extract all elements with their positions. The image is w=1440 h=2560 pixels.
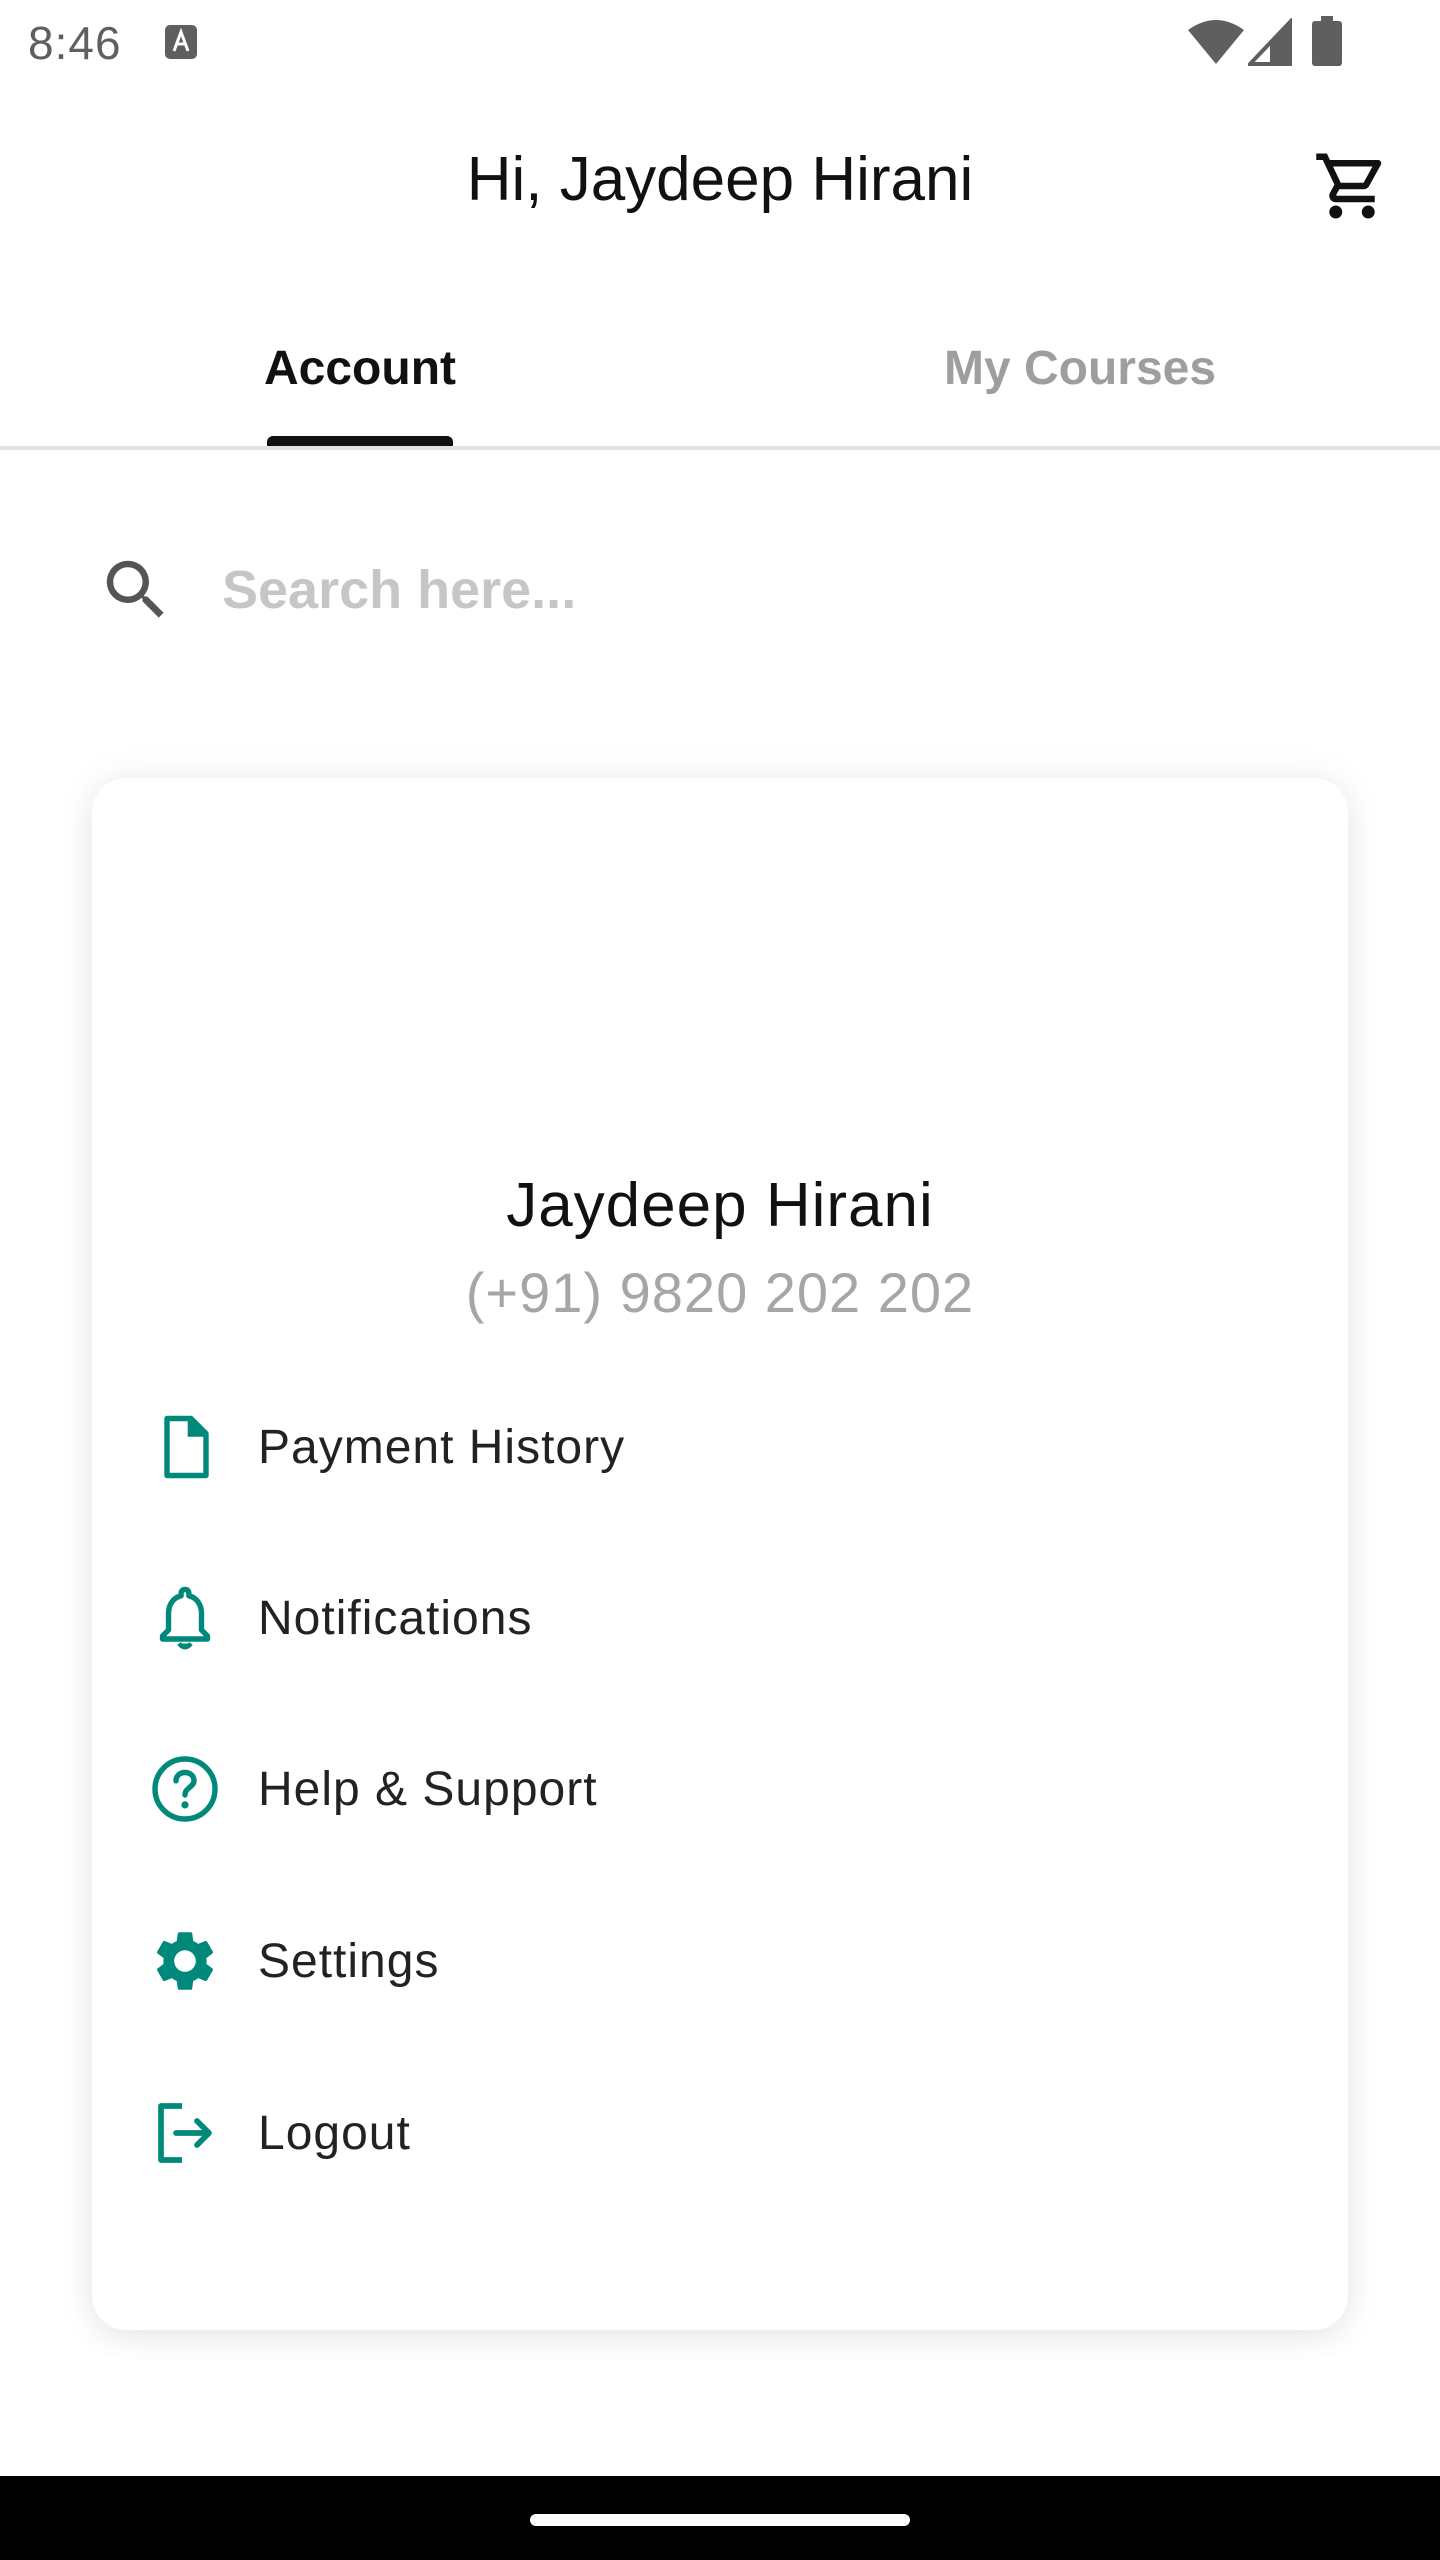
system-navigation-bar — [0, 2476, 1440, 2560]
page-title: Hi, Jaydeep Hirani — [466, 145, 974, 214]
document-icon — [142, 1404, 228, 1490]
menu-item-label: Help & Support — [258, 1762, 598, 1816]
tab-account[interactable]: Account — [0, 290, 720, 446]
menu-item-logout[interactable]: Logout — [142, 2058, 1298, 2208]
home-indicator[interactable] — [530, 2514, 910, 2526]
profile-name: Jaydeep Hirani — [506, 1171, 934, 1240]
menu-item-settings[interactable]: Settings — [142, 1886, 1298, 2036]
tab-my-courses[interactable]: My Courses — [720, 290, 1440, 446]
menu-item-label: Notifications — [258, 1591, 533, 1645]
app-bar: Hi, Jaydeep Hirani — [0, 84, 1440, 280]
menu-item-payment-history[interactable]: Payment History — [142, 1372, 1298, 1522]
a-notification-icon — [165, 25, 197, 59]
tab-bar: Account My Courses — [0, 290, 1440, 450]
cart-button[interactable] — [1302, 136, 1402, 236]
menu-item-label: Payment History — [258, 1420, 626, 1474]
search-bar — [90, 530, 1350, 650]
gear-icon — [142, 1918, 228, 2004]
menu-item-label: Settings — [258, 1934, 440, 1988]
help-circle-icon — [142, 1746, 228, 1832]
status-time: 8:46 — [28, 17, 122, 69]
profile-phone: (+91) 9820 202 202 — [465, 1261, 975, 1324]
battery-icon — [1312, 16, 1342, 66]
search-icon[interactable] — [90, 544, 182, 636]
search-input[interactable] — [220, 540, 1220, 640]
menu-item-help-support[interactable]: Help & Support — [142, 1714, 1298, 1864]
active-tab-indicator — [267, 436, 453, 446]
wifi-icon — [1188, 20, 1244, 64]
profile-card: Jaydeep Hirani (+91) 9820 202 202 Paymen… — [92, 778, 1348, 2330]
logout-icon — [142, 2090, 228, 2176]
cart-icon — [1316, 153, 1382, 219]
bell-icon — [142, 1575, 228, 1661]
status-bar: 8:46 — [0, 0, 1440, 84]
signal-icon — [1248, 18, 1292, 66]
menu-item-notifications[interactable]: Notifications — [142, 1543, 1298, 1693]
menu-item-label: Logout — [258, 2106, 411, 2160]
